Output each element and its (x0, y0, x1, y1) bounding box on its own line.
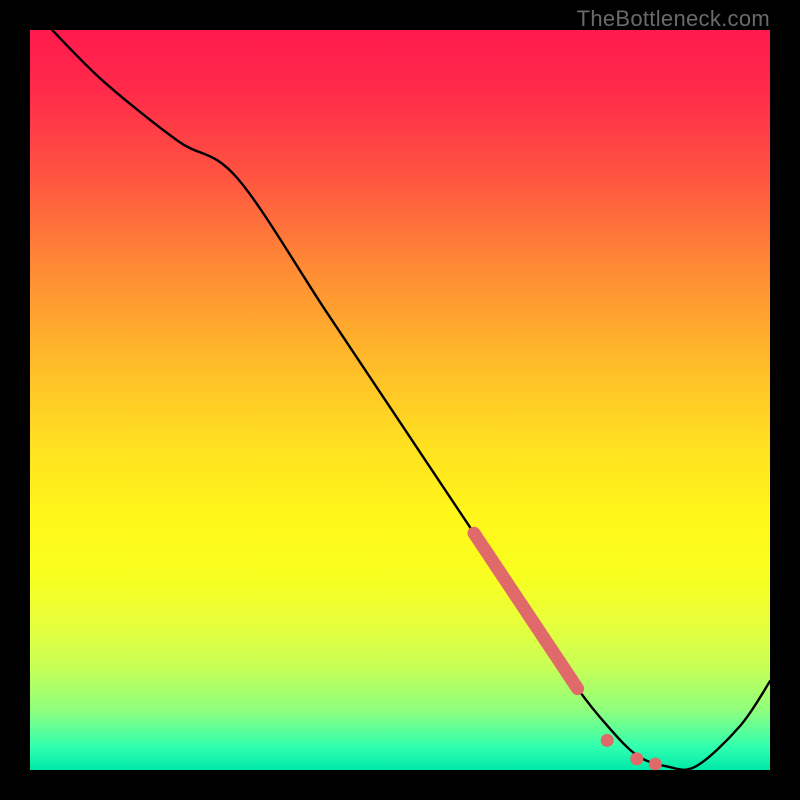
chart-frame: TheBottleneck.com (0, 0, 800, 800)
watermark-text: TheBottleneck.com (577, 6, 770, 32)
highlight-dot (601, 734, 614, 747)
highlight-segment (474, 533, 578, 688)
highlight-dot (649, 758, 662, 770)
plot-area (30, 30, 770, 770)
highlight-dot (630, 752, 643, 765)
curve-svg (30, 30, 770, 770)
bottleneck-curve (52, 30, 770, 770)
